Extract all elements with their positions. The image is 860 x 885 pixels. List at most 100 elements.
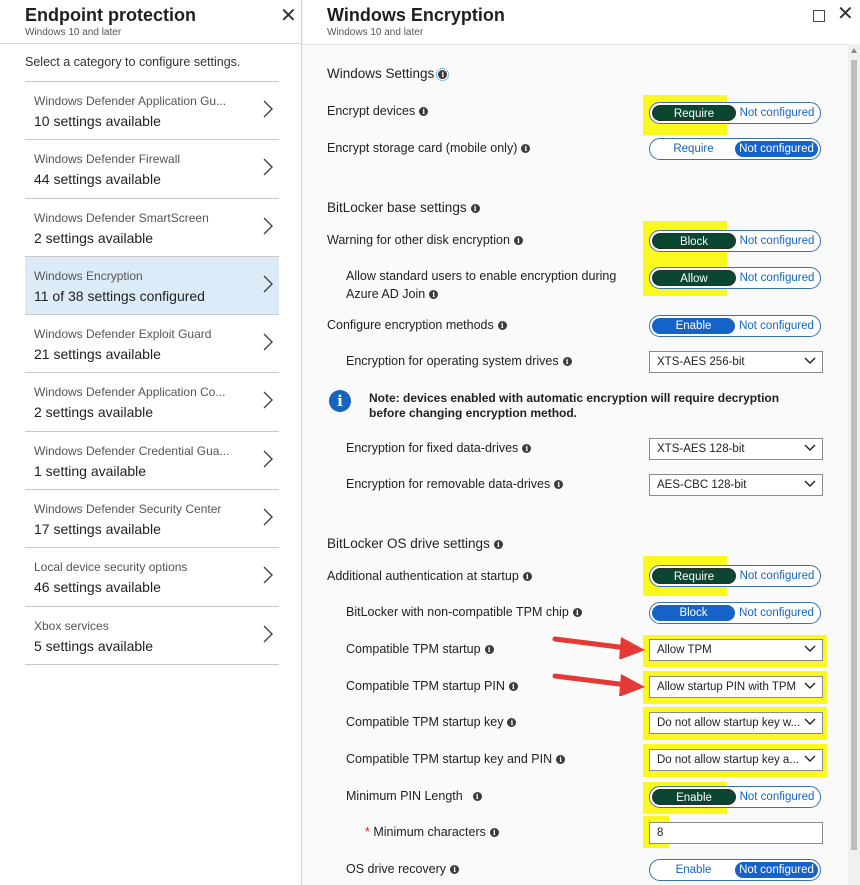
info-icon[interactable]: i bbox=[562, 357, 572, 367]
category-name: Windows Defender Exploit Guard bbox=[34, 327, 212, 342]
minimum-pin-length-toggle[interactable]: Enable Not configured bbox=[649, 786, 821, 808]
setting-label: Configure encryption methods i bbox=[327, 318, 507, 332]
os-drive-recovery-toggle[interactable]: Enable Not configured bbox=[649, 859, 821, 881]
category-item[interactable]: Xbox services 5 settings available bbox=[25, 607, 279, 665]
blade-subtitle: Windows 10 and later bbox=[327, 27, 424, 38]
toggle-option-on[interactable]: Require bbox=[652, 105, 736, 121]
allow-standard-users-toggle[interactable]: Allow Not configured bbox=[649, 267, 821, 289]
info-icon[interactable]: i bbox=[472, 792, 482, 802]
info-icon[interactable]: i bbox=[493, 539, 503, 549]
info-icon[interactable]: i bbox=[522, 572, 532, 582]
toggle-option-on[interactable]: Block bbox=[652, 605, 735, 621]
info-icon[interactable]: i bbox=[554, 480, 564, 490]
info-icon[interactable]: i bbox=[513, 236, 523, 246]
toggle-option-off[interactable]: Not configured bbox=[735, 862, 818, 878]
info-icon[interactable]: i bbox=[572, 608, 582, 618]
tpm-startup-select[interactable]: Allow TPM bbox=[649, 639, 823, 661]
tpm-startup-key-pin-select[interactable]: Do not allow startup key a... bbox=[649, 749, 823, 771]
category-item[interactable]: Windows Defender Security Center 17 sett… bbox=[25, 490, 279, 549]
toggle-option-on[interactable]: Require bbox=[652, 568, 736, 584]
setting-label: * Minimum characters i bbox=[365, 825, 499, 839]
info-icon[interactable]: i bbox=[489, 828, 499, 838]
info-icon[interactable]: i bbox=[508, 682, 518, 692]
removable-drive-encryption-select[interactable]: AES-CBC 128-bit bbox=[649, 474, 823, 496]
toggle-option-on[interactable]: Require bbox=[652, 141, 735, 157]
chevron-right-icon bbox=[263, 158, 273, 176]
tpm-startup-key-select[interactable]: Do not allow startup key w... bbox=[649, 712, 823, 734]
setting-label: Encryption for operating system drives i bbox=[346, 354, 572, 368]
setting-label: OS drive recovery i bbox=[346, 862, 460, 876]
toggle-option-off[interactable]: Not configured bbox=[735, 605, 818, 621]
setting-label: Encrypt devices i bbox=[327, 104, 429, 118]
toggle-option-off[interactable]: Not configured bbox=[736, 270, 818, 286]
setting-label: Encrypt storage card (mobile only) i bbox=[327, 141, 531, 155]
category-count: 10 settings available bbox=[34, 113, 161, 129]
encrypt-storage-toggle[interactable]: Require Not configured bbox=[649, 138, 821, 160]
minimum-characters-input[interactable]: 8 bbox=[649, 822, 823, 844]
info-icon[interactable]: i bbox=[419, 107, 429, 117]
setting-label: Compatible TPM startup i bbox=[346, 642, 494, 656]
vertical-scrollbar[interactable] bbox=[848, 44, 860, 885]
category-count: 1 setting available bbox=[34, 462, 147, 479]
toggle-option-off[interactable]: Not configured bbox=[735, 141, 818, 157]
info-icon[interactable]: i bbox=[497, 321, 507, 331]
category-count: 5 settings available bbox=[34, 637, 154, 654]
toggle-option-on[interactable]: Allow bbox=[652, 270, 736, 286]
toggle-option-off[interactable]: Not configured bbox=[736, 233, 818, 249]
category-item[interactable]: Windows Defender SmartScreen 2 settings … bbox=[25, 199, 279, 257]
toggle-option-off[interactable]: Not configured bbox=[735, 318, 818, 334]
encrypt-devices-toggle[interactable]: Require Not configured bbox=[649, 102, 821, 124]
toggle-option-off[interactable]: Not configured bbox=[736, 105, 818, 121]
select-value: XTS-AES 128-bit bbox=[657, 443, 745, 455]
category-item[interactable]: Windows Defender Application Co... 2 set… bbox=[25, 373, 279, 432]
maximize-icon[interactable] bbox=[813, 10, 825, 22]
info-icon[interactable]: i bbox=[484, 645, 494, 655]
section-windows-settings: Windows Settings i bbox=[327, 66, 450, 81]
info-icon[interactable]: i bbox=[522, 444, 532, 454]
info-circle-icon: i bbox=[329, 390, 351, 412]
category-item[interactable]: Windows Defender Firewall 44 settings av… bbox=[25, 140, 279, 199]
close-icon[interactable]: ✕ bbox=[837, 4, 854, 24]
scroll-up-icon[interactable] bbox=[851, 48, 857, 53]
os-drive-encryption-select[interactable]: XTS-AES 256-bit bbox=[649, 351, 823, 373]
category-count: 17 settings available bbox=[34, 521, 161, 538]
category-item[interactable]: Windows Defender Credential Gua... 1 set… bbox=[25, 432, 279, 491]
endpoint-protection-blade: Endpoint protection Windows 10 and later… bbox=[0, 0, 302, 885]
fixed-drive-encryption-select[interactable]: XTS-AES 128-bit bbox=[649, 438, 823, 460]
setting-label: Minimum PIN Length i bbox=[346, 789, 482, 803]
chevron-down-icon bbox=[804, 755, 816, 762]
red-arrow-icon bbox=[552, 673, 645, 696]
category-item[interactable]: Local device security options 46 setting… bbox=[25, 548, 279, 607]
tpm-startup-pin-select[interactable]: Allow startup PIN with TPM bbox=[649, 676, 823, 698]
category-item-selected[interactable]: Windows Encryption 11 of 38 settings con… bbox=[25, 256, 279, 316]
info-icon[interactable]: i bbox=[470, 203, 480, 213]
info-icon[interactable]: i bbox=[436, 67, 450, 81]
toggle-option-on[interactable]: Enable bbox=[652, 862, 735, 878]
info-icon[interactable]: i bbox=[429, 290, 439, 300]
category-count: 2 settings available bbox=[34, 404, 154, 421]
toggle-option-on[interactable]: Block bbox=[652, 233, 736, 249]
info-icon[interactable]: i bbox=[507, 718, 517, 728]
category-item[interactable]: Windows Defender Exploit Guard 21 settin… bbox=[25, 315, 279, 374]
toggle-option-off[interactable]: Not configured bbox=[736, 568, 818, 584]
non-compatible-tpm-toggle[interactable]: Block Not configured bbox=[649, 602, 821, 624]
info-icon[interactable]: i bbox=[521, 144, 531, 154]
close-icon[interactable]: ✕ bbox=[280, 6, 297, 26]
setting-label: Additional authentication at startup i bbox=[327, 569, 532, 583]
category-name: Windows Defender Application Gu... bbox=[34, 94, 227, 108]
category-count: 44 settings available bbox=[34, 171, 161, 188]
toggle-option-on[interactable]: Enable bbox=[652, 318, 735, 334]
additional-auth-toggle[interactable]: Require Not configured bbox=[649, 565, 821, 587]
section-bitlocker-base: BitLocker base settings i bbox=[327, 200, 480, 215]
category-item[interactable]: Windows Defender Application Gu... 10 se… bbox=[25, 82, 279, 141]
warning-disk-encryption-toggle[interactable]: Block Not configured bbox=[649, 230, 821, 252]
toggle-option-on[interactable]: Enable bbox=[652, 789, 736, 805]
info-icon[interactable]: i bbox=[450, 865, 460, 875]
scroll-thumb[interactable] bbox=[851, 60, 857, 850]
red-arrow-icon bbox=[552, 636, 645, 659]
setting-label: Encryption for fixed data-drives i bbox=[346, 441, 532, 455]
configure-encryption-methods-toggle[interactable]: Enable Not configured bbox=[649, 315, 821, 337]
chevron-down-icon bbox=[804, 357, 816, 364]
info-icon[interactable]: i bbox=[556, 755, 566, 765]
toggle-option-off[interactable]: Not configured bbox=[736, 789, 818, 805]
